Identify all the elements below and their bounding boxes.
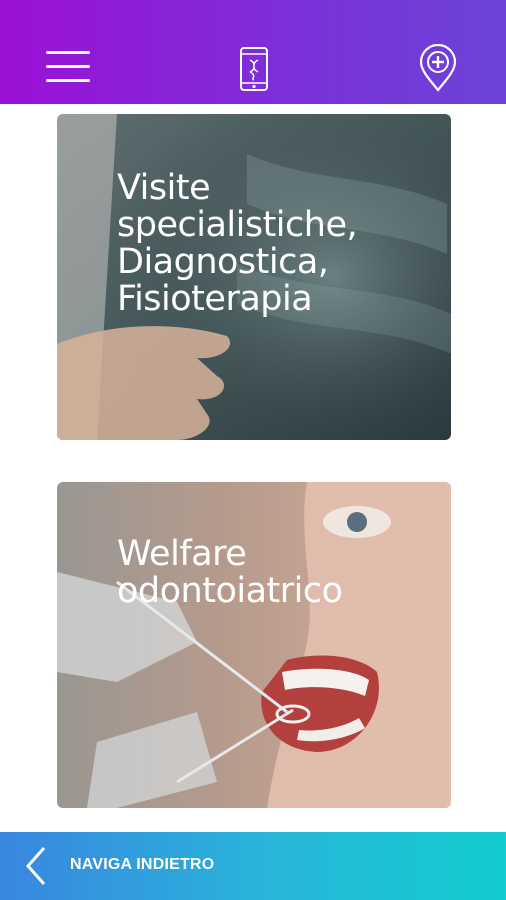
smartphone-icon (240, 47, 268, 91)
card-welfare-odontoiatrico[interactable]: Welfare odontoiatrico (57, 482, 451, 808)
back-button-label[interactable]: NAVIGA INDIETRO (70, 856, 214, 874)
top-app-bar (0, 0, 506, 104)
dental-checkup-image (57, 482, 451, 808)
chevron-left-icon[interactable] (22, 846, 50, 886)
card-title: Welfare odontoiatrico (117, 534, 343, 611)
card-visite-specialistiche[interactable]: Visite specialistiche, Diagnostica, Fisi… (57, 114, 451, 440)
hamburger-menu-icon[interactable] (46, 50, 92, 84)
location-pin-plus-icon[interactable] (418, 44, 458, 92)
back-navigation-bar[interactable]: NAVIGA INDIETRO (0, 832, 506, 900)
card-title: Visite specialistiche, Diagnostica, Fisi… (117, 168, 358, 319)
